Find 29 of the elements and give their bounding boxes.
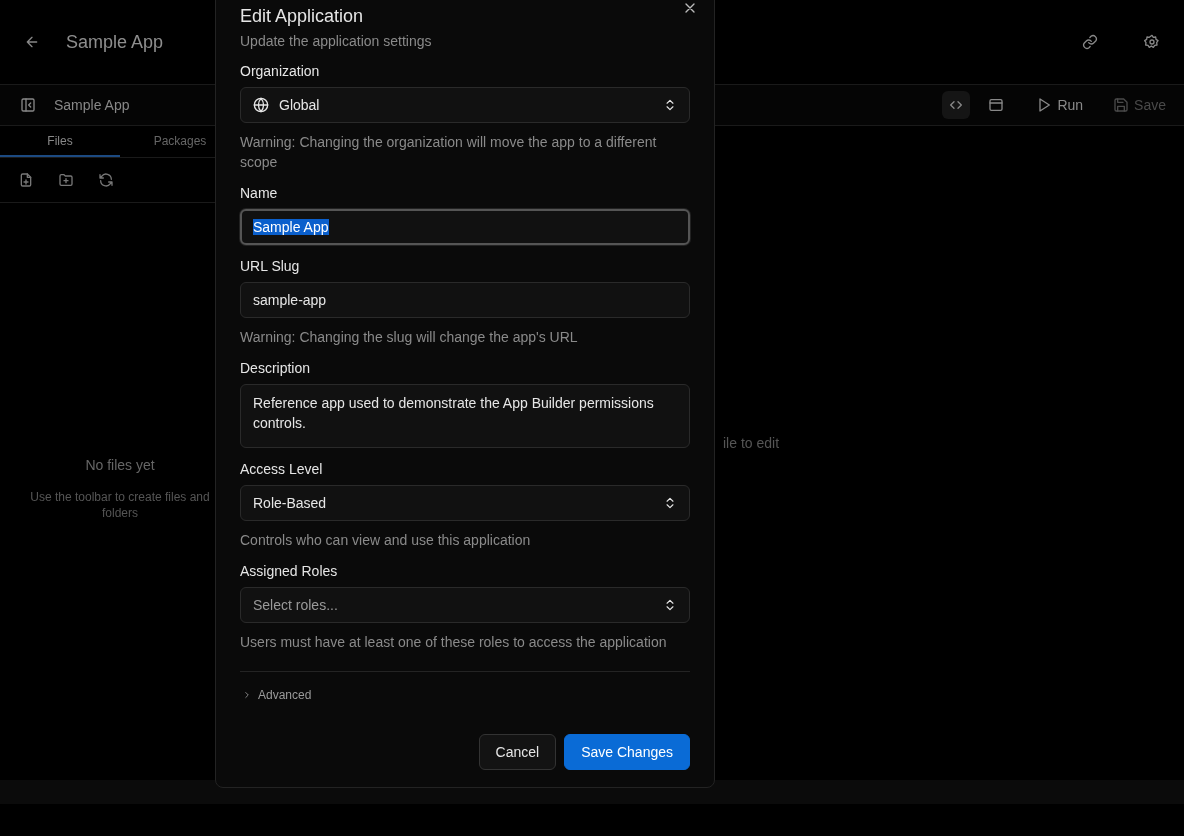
- sidebar-tab[interactable]: Files: [0, 126, 120, 157]
- help-text: Warning: Changing the slug will change the app's URL: [240, 328, 579, 347]
- page-title: Sample App: [66, 31, 164, 53]
- select-field[interactable]: Role-Based: [240, 485, 690, 521]
- field-label: Description: [240, 360, 312, 376]
- empty-hint: Use the toolbar to create files and folders: [29, 488, 211, 521]
- text-field[interactable]: sample-app: [240, 282, 690, 318]
- field-label: Name: [240, 185, 279, 201]
- empty-title: No files yet: [85, 456, 155, 473]
- field-label: Organization: [240, 63, 321, 79]
- help-text: Warning: Changing the organization will move the app to a different scope: [240, 133, 658, 172]
- help-text: Users must have at least one of these roles to access the application: [240, 633, 668, 652]
- field-label: URL Slug: [240, 258, 301, 274]
- field-label: Access Level: [240, 461, 324, 477]
- text-area[interactable]: Reference app used to demonstrate the App Builder permissions controls.: [240, 384, 690, 448]
- dialog-title: Edit Application: [240, 6, 365, 27]
- editor-hint: ile to edit: [723, 435, 780, 451]
- run-button[interactable]: Run: [1032, 97, 1088, 113]
- text-field[interactable]: Sample App: [240, 209, 690, 245]
- field-label: Assigned Roles: [240, 563, 339, 579]
- project-name: Sample App: [54, 97, 130, 113]
- advanced-toggle[interactable]: Advanced: [240, 688, 314, 702]
- cancel-button[interactable]: Cancel: [478, 734, 557, 770]
- save-changes-button[interactable]: Save Changes: [564, 734, 690, 770]
- help-text: Controls who can view and use this application: [240, 531, 532, 550]
- select-field[interactable]: Global: [240, 87, 690, 123]
- select-field[interactable]: Select roles...: [240, 587, 690, 623]
- dialog-subtitle: Update the application settings: [240, 33, 433, 49]
- sidebar-tab[interactable]: Packages: [120, 126, 240, 157]
